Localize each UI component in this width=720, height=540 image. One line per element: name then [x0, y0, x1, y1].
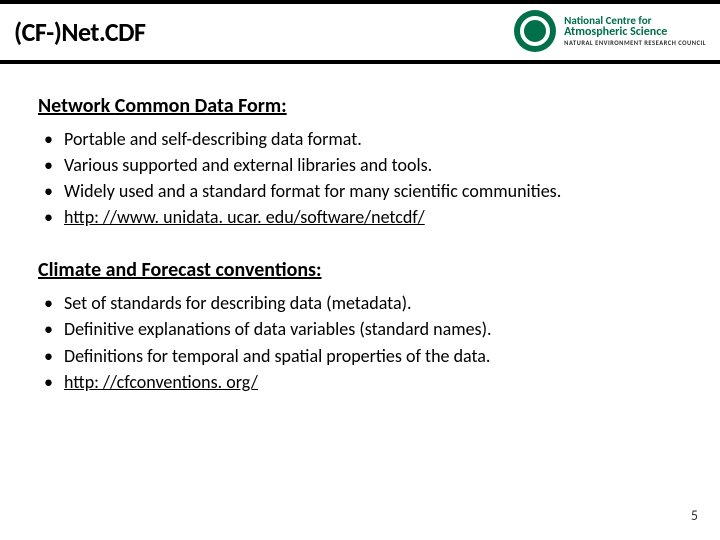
list-item: Various supported and external libraries…	[40, 152, 682, 178]
list-item: Definitive explanations of data variable…	[40, 316, 682, 342]
section1-list: Portable and self-describing data format…	[40, 126, 682, 230]
org-line2: Atmospheric Science	[564, 26, 706, 38]
list-item: http: //cfconventions. org/	[40, 369, 682, 395]
list-item: Set of standards for describing data (me…	[40, 290, 682, 316]
cfconventions-link[interactable]: http: //cfconventions. org/	[64, 371, 258, 393]
org-logo-block: National Centre for Atmospheric Science …	[514, 10, 706, 52]
section2-heading: Climate and Forecast conventions:	[38, 258, 682, 282]
page-number: 5	[691, 507, 698, 524]
netcdf-link[interactable]: http: //www. unidata. ucar. edu/software…	[64, 206, 425, 228]
org-logo-text: National Centre for Atmospheric Science …	[564, 15, 706, 47]
org-logo-icon	[514, 10, 556, 52]
org-line3: NATURAL ENVIRONMENT RESEARCH COUNCIL	[564, 40, 706, 47]
list-item: Definitions for temporal and spatial pro…	[40, 343, 682, 369]
list-item: Portable and self-describing data format…	[40, 126, 682, 152]
header-bar: (CF-)Net.CDF National Centre for Atmosph…	[0, 0, 720, 64]
section1-heading: Network Common Data Form:	[38, 94, 682, 118]
slide-content: Network Common Data Form: Portable and s…	[0, 64, 720, 395]
list-item: http: //www. unidata. ucar. edu/software…	[40, 204, 682, 230]
list-item: Widely used and a standard format for ma…	[40, 178, 682, 204]
slide-title: (CF-)Net.CDF	[14, 16, 146, 48]
section2-list: Set of standards for describing data (me…	[40, 290, 682, 394]
